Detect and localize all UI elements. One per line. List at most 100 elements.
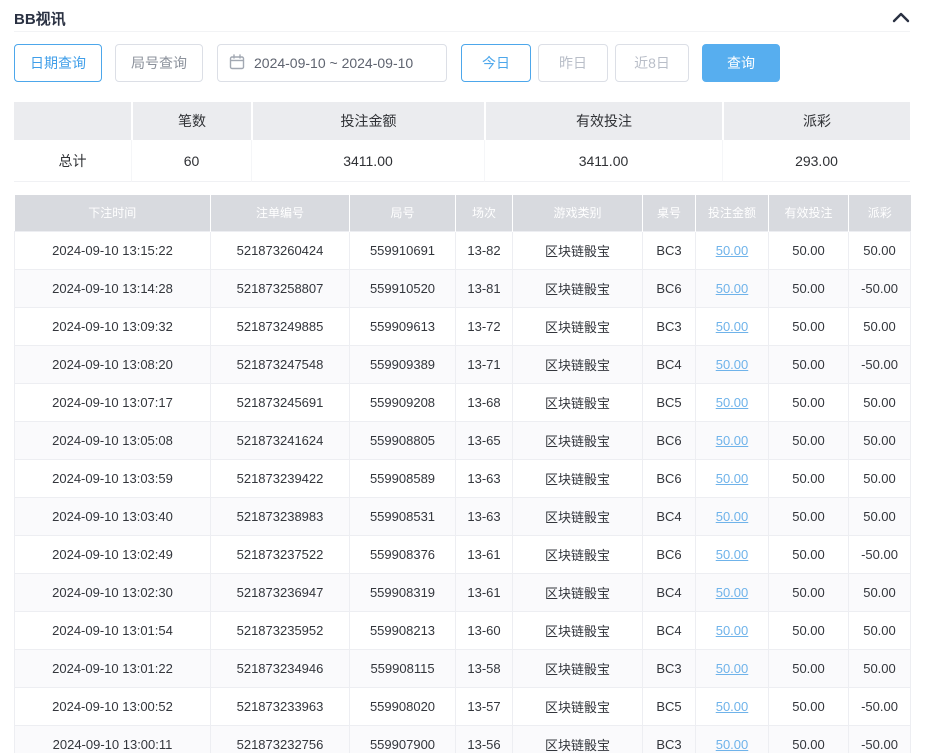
col-header-session: 场次 — [456, 195, 513, 231]
table-row: 2024-09-10 13:03:59521873239422559908589… — [15, 459, 911, 497]
cell-table-number: BC6 — [643, 535, 696, 573]
cell-order-number: 521873249885 — [211, 307, 350, 345]
table-row: 2024-09-10 13:09:32521873249885559909613… — [15, 307, 911, 345]
summary-header-bet-amount: 投注金额 — [251, 102, 484, 140]
cell-table-number: BC6 — [643, 421, 696, 459]
cell-round-number: 559908805 — [350, 421, 456, 459]
cell-game-type: 区块链骰宝 — [513, 611, 643, 649]
cell-round-number: 559908589 — [350, 459, 456, 497]
cell-table-number: BC5 — [643, 687, 696, 725]
cell-payout: 50.00 — [849, 231, 911, 269]
bet-amount-link[interactable]: 50.00 — [716, 509, 749, 524]
table-row: 2024-09-10 13:01:22521873234946559908115… — [15, 649, 911, 687]
cell-bet-amount: 50.00 — [696, 687, 769, 725]
cell-session: 13-72 — [456, 307, 513, 345]
cell-session: 13-81 — [456, 269, 513, 307]
table-row: 2024-09-10 13:00:11521873232756559907900… — [15, 725, 911, 753]
cell-payout: 50.00 — [849, 421, 911, 459]
cell-valid-bet: 50.00 — [769, 611, 849, 649]
cell-bet-amount: 50.00 — [696, 649, 769, 687]
cell-bet-time: 2024-09-10 13:00:52 — [15, 687, 211, 725]
cell-valid-bet: 50.00 — [769, 421, 849, 459]
bet-amount-link[interactable]: 50.00 — [716, 737, 749, 752]
date-range-value: 2024-09-10 ~ 2024-09-10 — [254, 55, 413, 71]
today-button[interactable]: 今日 — [461, 44, 531, 82]
cell-session: 13-56 — [456, 725, 513, 753]
cell-bet-time: 2024-09-10 13:14:28 — [15, 269, 211, 307]
cell-session: 13-63 — [456, 497, 513, 535]
cell-payout: -50.00 — [849, 535, 911, 573]
cell-payout: 50.00 — [849, 611, 911, 649]
bet-amount-link[interactable]: 50.00 — [716, 357, 749, 372]
cell-bet-amount: 50.00 — [696, 269, 769, 307]
summary-total-row: 总计 60 3411.00 3411.00 293.00 — [14, 140, 910, 182]
cell-session: 13-68 — [456, 383, 513, 421]
cell-session: 13-60 — [456, 611, 513, 649]
cell-round-number: 559908020 — [350, 687, 456, 725]
cell-payout: 50.00 — [849, 383, 911, 421]
cell-valid-bet: 50.00 — [769, 725, 849, 753]
col-header-game-type: 游戏类别 — [513, 195, 643, 231]
round-query-tab[interactable]: 局号查询 — [115, 44, 203, 82]
cell-round-number: 559909613 — [350, 307, 456, 345]
cell-session: 13-63 — [456, 459, 513, 497]
cell-valid-bet: 50.00 — [769, 497, 849, 535]
bet-amount-link[interactable]: 50.00 — [716, 433, 749, 448]
cell-round-number: 559908376 — [350, 535, 456, 573]
bet-amount-link[interactable]: 50.00 — [716, 395, 749, 410]
bet-table-header-row: 下注时间 注单编号 局号 场次 游戏类别 桌号 投注金额 有效投注 派彩 — [15, 195, 911, 231]
cell-session: 13-57 — [456, 687, 513, 725]
bet-amount-link[interactable]: 50.00 — [716, 281, 749, 296]
cell-round-number: 559910691 — [350, 231, 456, 269]
bet-amount-link[interactable]: 50.00 — [716, 661, 749, 676]
date-query-tab[interactable]: 日期查询 — [14, 44, 102, 82]
cell-bet-time: 2024-09-10 13:07:17 — [15, 383, 211, 421]
cell-valid-bet: 50.00 — [769, 383, 849, 421]
cell-table-number: BC5 — [643, 383, 696, 421]
bet-amount-link[interactable]: 50.00 — [716, 471, 749, 486]
cell-session: 13-61 — [456, 535, 513, 573]
cell-bet-amount: 50.00 — [696, 497, 769, 535]
summary-total-bet-amount: 3411.00 — [251, 140, 484, 182]
cell-valid-bet: 50.00 — [769, 649, 849, 687]
cell-order-number: 521873247548 — [211, 345, 350, 383]
filter-bar: 日期查询 局号查询 2024-09-10 ~ 2024-09-10 今日 昨日 … — [14, 44, 910, 82]
collapse-panel-button[interactable] — [892, 11, 910, 26]
cell-round-number: 559908213 — [350, 611, 456, 649]
cell-payout: 50.00 — [849, 573, 911, 611]
cell-game-type: 区块链骰宝 — [513, 383, 643, 421]
table-row: 2024-09-10 13:08:20521873247548559909389… — [15, 345, 911, 383]
cell-valid-bet: 50.00 — [769, 345, 849, 383]
cell-valid-bet: 50.00 — [769, 307, 849, 345]
cell-valid-bet: 50.00 — [769, 687, 849, 725]
summary-total-valid-bet: 3411.00 — [484, 140, 722, 182]
search-button[interactable]: 查询 — [702, 44, 780, 82]
cell-order-number: 521873236947 — [211, 573, 350, 611]
bet-amount-link[interactable]: 50.00 — [716, 243, 749, 258]
summary-header-payout: 派彩 — [722, 102, 910, 140]
cell-session: 13-71 — [456, 345, 513, 383]
cell-round-number: 559908115 — [350, 649, 456, 687]
col-header-bet-time: 下注时间 — [15, 195, 211, 231]
cell-game-type: 区块链骰宝 — [513, 345, 643, 383]
cell-payout: 50.00 — [849, 459, 911, 497]
cell-bet-amount: 50.00 — [696, 383, 769, 421]
date-range-input[interactable]: 2024-09-10 ~ 2024-09-10 — [217, 44, 447, 82]
bet-amount-link[interactable]: 50.00 — [716, 585, 749, 600]
last-8-days-button[interactable]: 近8日 — [615, 44, 689, 82]
cell-payout: 50.00 — [849, 649, 911, 687]
bet-amount-link[interactable]: 50.00 — [716, 319, 749, 334]
cell-bet-time: 2024-09-10 13:09:32 — [15, 307, 211, 345]
table-row: 2024-09-10 13:00:52521873233963559908020… — [15, 687, 911, 725]
yesterday-button[interactable]: 昨日 — [538, 44, 608, 82]
table-row: 2024-09-10 13:03:40521873238983559908531… — [15, 497, 911, 535]
cell-table-number: BC3 — [643, 307, 696, 345]
bet-amount-link[interactable]: 50.00 — [716, 547, 749, 562]
summary-table: 笔数 投注金额 有效投注 派彩 总计 60 3411.00 3411.00 29… — [14, 102, 910, 182]
bet-amount-link[interactable]: 50.00 — [716, 699, 749, 714]
cell-game-type: 区块链骰宝 — [513, 497, 643, 535]
cell-valid-bet: 50.00 — [769, 269, 849, 307]
cell-order-number: 521873239422 — [211, 459, 350, 497]
bet-amount-link[interactable]: 50.00 — [716, 623, 749, 638]
cell-session: 13-65 — [456, 421, 513, 459]
